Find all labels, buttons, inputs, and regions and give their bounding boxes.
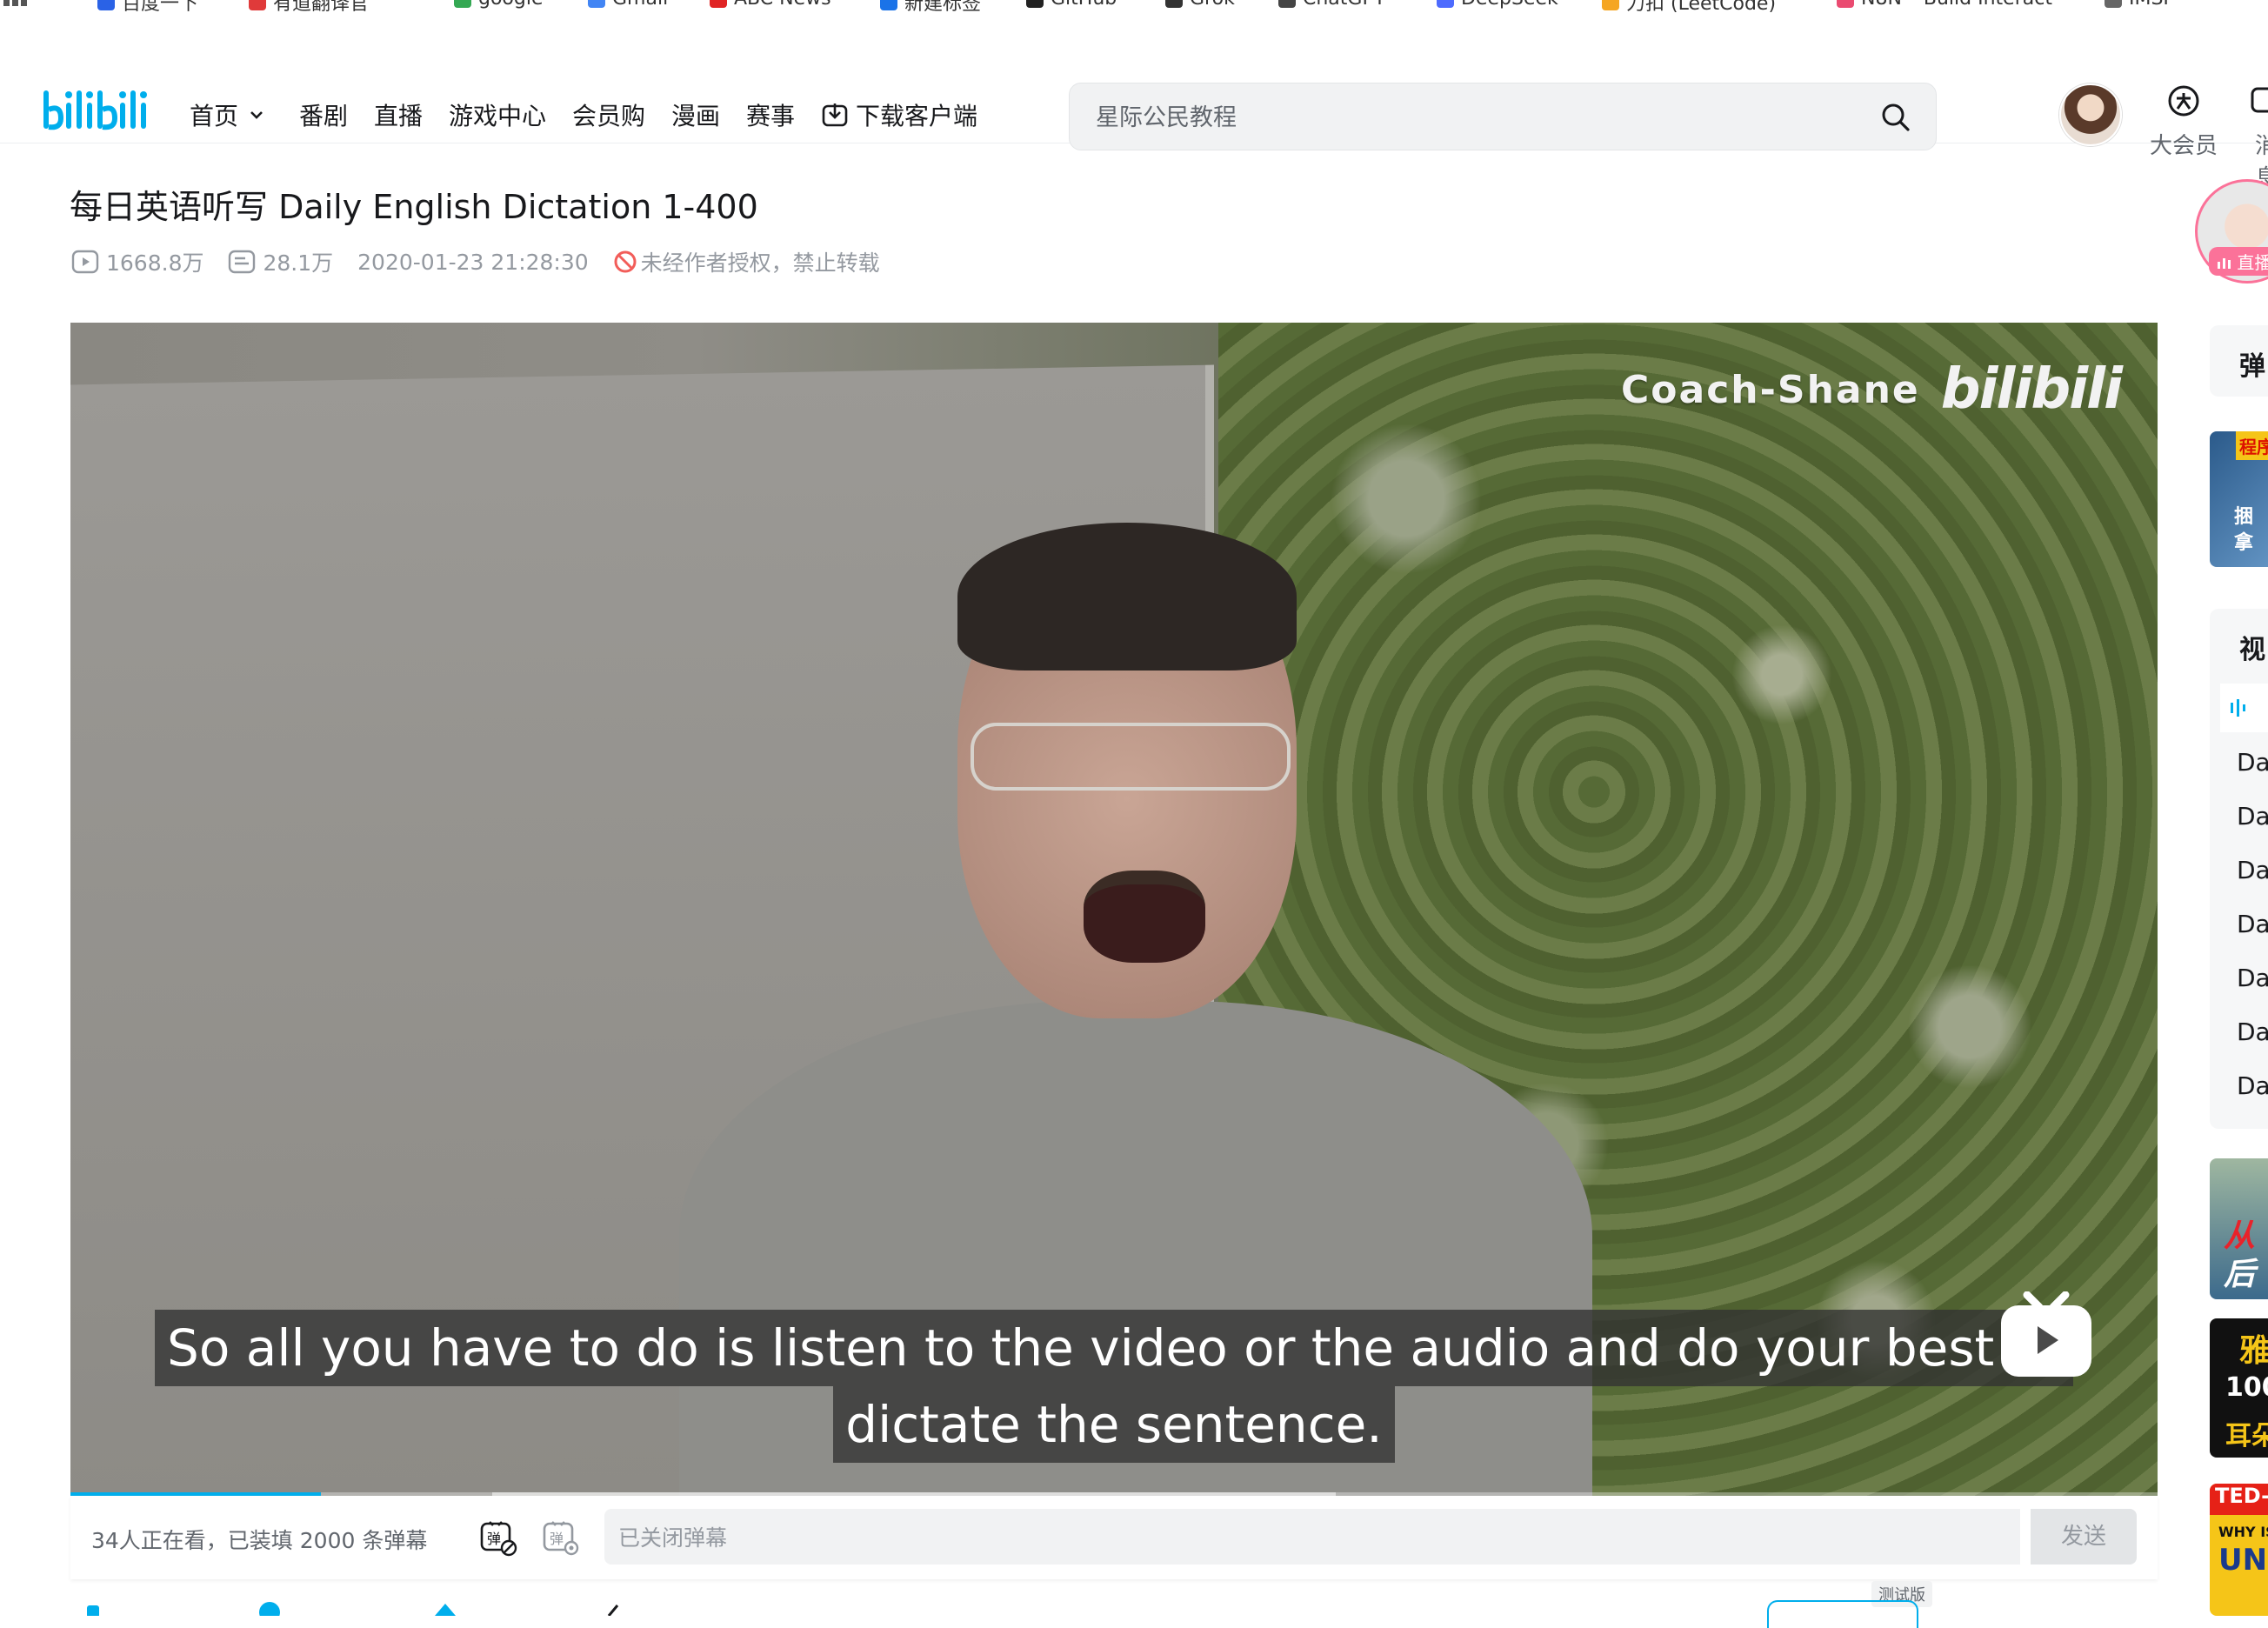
send-danmaku-button[interactable]: 发送 [2031,1509,2137,1565]
subtitle-line-1: So all you have to do is listen to the v… [70,1310,2158,1386]
top-header: 首页 番剧 直播 游戏中心 会员购 漫画 赛事 下载客户端 大会员 消息 [0,30,2268,191]
bookmark-item[interactable]: N8N – Build Interact [1837,0,2052,10]
nav-home-label: 首页 [190,102,239,130]
nav-home[interactable]: 首页 [190,97,266,132]
vip-icon [2168,85,2199,117]
playlist-item[interactable]: Da [2237,748,2268,777]
nav-game-center[interactable]: 游戏中心 [449,97,546,132]
playlist-item[interactable]: Da [2237,1071,2268,1100]
recommend-thumbnail[interactable]: 程序 捆 拿 [2210,431,2268,567]
nav-download-client[interactable]: 下载客户端 [821,97,977,132]
user-avatar[interactable] [2059,83,2122,146]
favorite-icon [435,1604,456,1616]
play-count-icon [71,250,99,274]
danmaku-toggle-icon[interactable]: 弹 [479,1518,517,1560]
playing-bars-icon [2231,699,2245,717]
video-title: 每日英语听写 Daily English Dictation 1-400 [70,188,758,226]
like-icon [87,1605,99,1618]
live-badge[interactable]: 直播 [2209,247,2268,276]
search-box [1069,83,1937,150]
bookmark-item[interactable]: 新建标签 [880,0,981,16]
bookmark-item[interactable]: google [454,0,544,10]
svg-text:弹: 弹 [550,1531,564,1547]
copyright-notice: 未经作者授权，禁止转载 [613,246,880,277]
danmaku-status: 34人正在看，已装填 2000 条弹幕 [91,1528,428,1553]
nav-anime[interactable]: 番剧 [299,97,348,132]
video-watermark: Coach-Shane bilibili [1621,357,2123,422]
nav-manga[interactable]: 漫画 [671,97,720,132]
svg-text:弹: 弹 [487,1531,501,1547]
bookmark-item[interactable]: Grok [1165,0,1235,10]
bookmarks-bar: 百度一下 有道翻译官 google Gmail ABC News 新建标签 Gi… [0,0,2268,30]
bilibili-tv-play-icon[interactable] [1998,1291,2095,1384]
nav-vip-shop[interactable]: 会员购 [572,97,645,132]
search-icon[interactable] [1880,102,1911,133]
apps-grid-icon[interactable] [2,0,28,14]
playlist-item[interactable]: Da [2237,802,2268,831]
playlist-item[interactable]: Da [2237,964,2268,992]
search-input[interactable] [1094,99,1863,136]
chevron-down-icon [250,111,263,119]
video-meta: 1668.8万 28.1万 2020-01-23 21:28:30 未经作者授权… [71,246,904,277]
subtitle-line-2: dictate the sentence. [70,1386,2158,1463]
bookmark-item[interactable]: 力扣 (LeetCode) [1602,0,1776,16]
playlist-current-item[interactable] [2220,684,2268,732]
bookmark-item[interactable]: DeepSeek [1437,0,1558,10]
bookmark-item[interactable]: ChatGPT [1278,0,1385,10]
video-action-toolbar [70,1602,678,1623]
share-icon [607,1605,619,1617]
playlist-item[interactable]: Da [2237,856,2268,884]
recommend-thumbnail[interactable]: 从 后 [2210,1158,2268,1299]
recommend-thumbnail[interactable]: TED- WHY ISN UND [2210,1484,2268,1616]
bookmark-item[interactable]: GitHub [1026,0,1117,10]
bookmark-item[interactable]: ABC News [710,0,831,10]
bilibili-logo[interactable] [40,83,148,139]
bookmark-item[interactable]: Gmail [588,0,668,10]
danmaku-count: 28.1万 [228,246,333,277]
danmaku-input-wrap [604,1509,2020,1565]
beta-feature-tab[interactable] [1767,1600,1918,1628]
vip-label: 大会员 [2150,133,2218,159]
bookmark-item[interactable]: 百度一下 [97,0,198,16]
danmaku-settings-icon[interactable]: 弹 [542,1518,580,1560]
playlist-item[interactable]: Da [2237,1018,2268,1046]
video-player[interactable]: Coach-Shane bilibili So all you have to … [70,323,2158,1496]
nav-live[interactable]: 直播 [374,97,423,132]
coin-icon [259,1602,280,1623]
message-icon [2251,87,2268,113]
message-entry[interactable]: 消息 [2249,83,2268,192]
playlist-item[interactable]: Da [2237,910,2268,938]
live-bars-icon [2218,258,2231,269]
publish-date: 2020-01-23 21:28:30 [357,249,589,275]
danmaku-count-icon [229,250,256,274]
bookmark-item[interactable]: 有道翻译官 [249,0,369,16]
view-count: 1668.8万 [71,246,203,277]
download-icon [822,103,848,127]
vip-entry[interactable]: 大会员 [2150,83,2218,160]
recommend-thumbnail[interactable]: 雅 100 耳朵 [2210,1318,2268,1458]
danmaku-send-bar: 34人正在看，已装填 2000 条弹幕 弹 弹 发送 [70,1496,2158,1579]
bilibili-watermark-logo: bilibili [1940,357,2123,422]
danmaku-list-header[interactable]: 弹 [2210,325,2268,397]
danmaku-input[interactable] [617,1519,1924,1556]
bookmark-item[interactable]: IMSF [2105,0,2174,10]
forbidden-icon [614,250,637,273]
nav-esports[interactable]: 赛事 [746,97,795,132]
